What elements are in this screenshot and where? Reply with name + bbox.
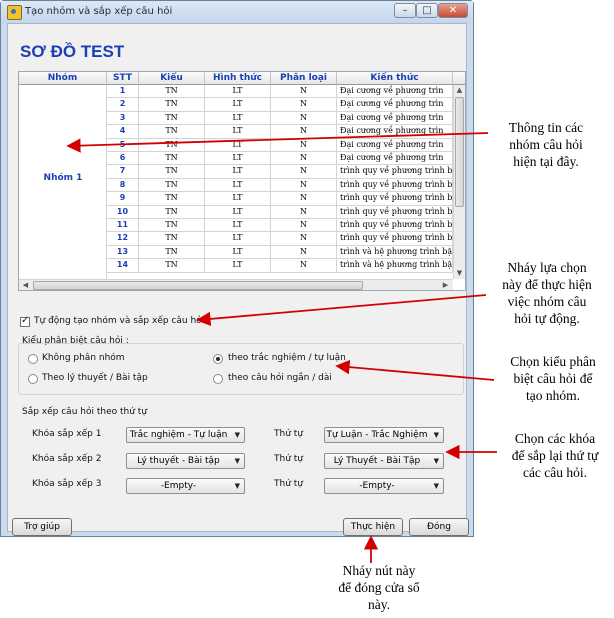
grid-note-line: nhóm câu hỏi [509, 137, 583, 152]
checkbox-note: Nháy lựa chọn này để thực hiện việc nhóm… [486, 259, 608, 327]
grid-note-line: Thông tin các [508, 120, 584, 135]
arrow-checkbox-note [196, 294, 487, 327]
sort-note: Chọn các khóa để sắp lại thứ tự các câu … [496, 430, 614, 481]
sort-note-line: các câu hỏi. [522, 465, 588, 480]
sort-note-line: Chọn các khóa [514, 431, 596, 446]
classify-note: Chọn kiểu phân biệt câu hỏi để tạo nhóm. [494, 353, 612, 404]
grid-note: Thông tin các nhóm câu hỏi hiện tại đây. [486, 119, 606, 170]
checkbox-note-line: Nháy lựa chọn [507, 260, 587, 275]
sort-note-line: để sắp lại thứ tự [511, 448, 599, 463]
execute-note-line: Nháy nút này [342, 563, 416, 578]
checkbox-note-line: này để thực hiện [502, 277, 592, 292]
grid-note-line: hiện tại đây. [513, 154, 579, 169]
arrow-classify-note [335, 359, 495, 381]
classify-note-line: biệt câu hỏi để [513, 371, 593, 386]
arrow-grid-note [66, 132, 489, 153]
checkbox-note-line: việc nhóm câu [507, 294, 587, 309]
execute-note: Nháy nút này để đóng cửa sổ này. [324, 562, 434, 613]
execute-note-line: này. [368, 597, 390, 612]
execute-note-line: để đóng cửa sổ [338, 580, 420, 595]
classify-note-line: tạo nhóm. [526, 388, 580, 403]
classify-note-line: Chọn kiểu phân [510, 354, 596, 369]
checkbox-note-line: hỏi tự động. [514, 311, 580, 326]
